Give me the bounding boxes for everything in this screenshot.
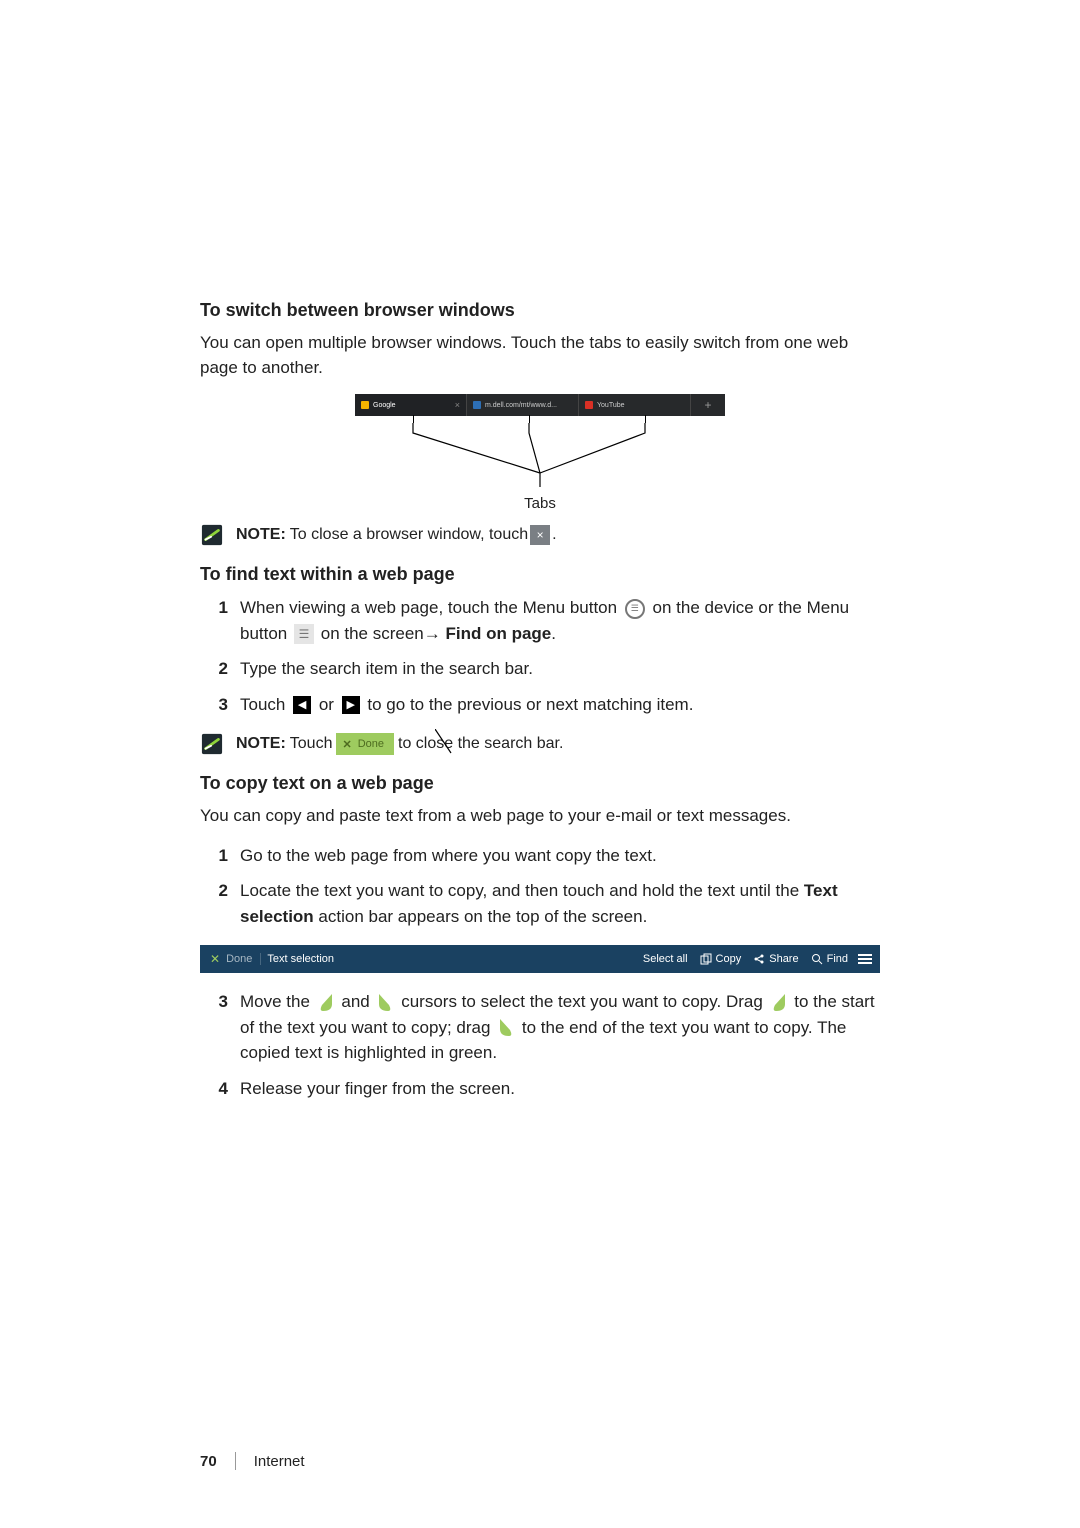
google-icon: [361, 401, 369, 409]
share-icon: [753, 953, 765, 965]
ts-close-icon[interactable]: ✕: [204, 952, 220, 966]
done-button[interactable]: ✕ Done: [336, 733, 394, 755]
step-number: 2: [200, 878, 240, 904]
find-step-1: When viewing a web page, touch the Menu …: [240, 595, 880, 646]
find-step-2: Type the search item in the search bar.: [240, 656, 880, 682]
ts-copy-button[interactable]: Copy: [694, 953, 748, 965]
tab-label: Google: [373, 402, 396, 409]
hardware-menu-icon: ☰: [625, 599, 645, 619]
copy-step-4: Release your finger from the screen.: [240, 1076, 880, 1102]
selection-end-cursor-icon: [378, 994, 392, 1012]
youtube-icon: [585, 401, 593, 409]
page-footer: 70 Internet: [200, 1452, 305, 1470]
selection-start-cursor-icon: [319, 994, 333, 1012]
note-text-end: to close the search bar.: [398, 735, 563, 753]
body-copy-text: You can copy and paste text from a web p…: [200, 804, 880, 829]
note-icon: [200, 524, 224, 546]
find-next-icon[interactable]: ▶: [342, 696, 360, 714]
selection-end-cursor-icon: [499, 1019, 513, 1037]
done-close-icon: ✕: [342, 738, 351, 751]
footer-separator: [235, 1452, 236, 1470]
step-number: 2: [200, 656, 240, 682]
onscreen-menu-icon[interactable]: ☰: [294, 624, 314, 644]
find-step-3: Touch ◀ or ▶ to go to the previous or ne…: [240, 692, 880, 718]
copy-step-1: Go to the web page from where you want c…: [240, 843, 880, 869]
ts-done-button[interactable]: Done: [220, 953, 261, 965]
tab-close-icon[interactable]: ×: [455, 400, 460, 410]
step-number: 3: [200, 989, 240, 1015]
new-tab-button[interactable]: +: [691, 394, 725, 416]
body-switch-windows: You can open multiple browser windows. T…: [200, 331, 880, 380]
ts-title: Text selection: [261, 953, 340, 965]
tab-youtube[interactable]: YouTube: [579, 394, 691, 416]
copy-icon: [700, 953, 712, 965]
find-prev-icon[interactable]: ◀: [293, 696, 311, 714]
tab-google[interactable]: Google ×: [355, 394, 467, 416]
tabs-funnel-diagram: [355, 423, 725, 493]
dell-icon: [473, 401, 481, 409]
ts-share-button[interactable]: Share: [747, 953, 804, 965]
note-icon: [200, 733, 224, 755]
ts-overflow-icon[interactable]: [854, 954, 876, 964]
note-text: To close a browser window, touch: [290, 526, 528, 544]
selection-start-cursor-icon: [772, 994, 786, 1012]
note-text-end: .: [552, 526, 556, 544]
tab-label: YouTube: [597, 402, 625, 409]
pointer-line-icon: [435, 729, 455, 759]
text-selection-bar: ✕ Done Text selection Select all Copy Sh…: [200, 945, 880, 973]
tabs-figure: Google × m.dell.com/mt/www.d... YouTube …: [355, 394, 725, 512]
copy-step-3: Move the and cursors to select the text …: [240, 989, 880, 1066]
heading-copy-text: To copy text on a web page: [200, 773, 880, 794]
note-text: Touch: [290, 735, 333, 753]
page-number: 70: [200, 1453, 217, 1470]
footer-section-label: Internet: [254, 1453, 305, 1470]
find-icon: [811, 953, 823, 965]
tab-label: m.dell.com/mt/www.d...: [485, 402, 557, 409]
step-number: 4: [200, 1076, 240, 1102]
ts-find-button[interactable]: Find: [805, 953, 854, 965]
note-label: NOTE:: [236, 526, 286, 544]
note-close-search: NOTE: Touch ✕ Done to close the search b…: [200, 733, 880, 755]
done-label: Done: [358, 738, 384, 750]
note-close-tab: NOTE: To close a browser window, touch ×…: [200, 524, 880, 546]
close-icon[interactable]: ×: [530, 525, 550, 545]
step-number: 3: [200, 692, 240, 718]
heading-switch-windows: To switch between browser windows: [200, 300, 880, 321]
step-number: 1: [200, 843, 240, 869]
note-label: NOTE:: [236, 735, 286, 753]
tab-dell[interactable]: m.dell.com/mt/www.d...: [467, 394, 579, 416]
tabs-caption: Tabs: [355, 495, 725, 512]
copy-step-2: Locate the text you want to copy, and th…: [240, 878, 880, 929]
heading-find-text: To find text within a web page: [200, 564, 880, 585]
step-number: 1: [200, 595, 240, 621]
ts-select-all-button[interactable]: Select all: [637, 953, 694, 965]
